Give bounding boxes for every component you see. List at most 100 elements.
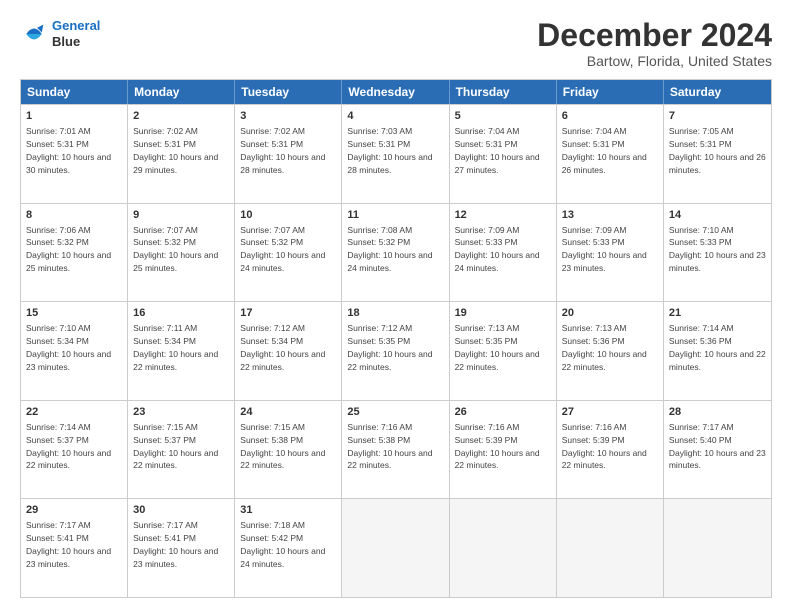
sunset-text: Sunset: 5:39 PM	[455, 435, 518, 445]
daylight-text: Daylight: 10 hours and 23 minutes.	[26, 349, 111, 372]
calendar-cell-1-2: 2 Sunrise: 7:02 AM Sunset: 5:31 PM Dayli…	[128, 105, 235, 203]
subtitle: Bartow, Florida, United States	[537, 53, 772, 69]
sunset-text: Sunset: 5:39 PM	[562, 435, 625, 445]
daylight-text: Daylight: 10 hours and 24 minutes.	[347, 250, 432, 273]
sunrise-text: Sunrise: 7:12 AM	[240, 323, 305, 333]
sunset-text: Sunset: 5:38 PM	[347, 435, 410, 445]
daylight-text: Daylight: 10 hours and 26 minutes.	[669, 152, 766, 175]
day-number: 4	[347, 109, 443, 124]
calendar-cell-5-1: 29 Sunrise: 7:17 AM Sunset: 5:41 PM Dayl…	[21, 499, 128, 597]
calendar-row-1: 1 Sunrise: 7:01 AM Sunset: 5:31 PM Dayli…	[21, 104, 771, 203]
sunrise-text: Sunrise: 7:13 AM	[455, 323, 520, 333]
sunset-text: Sunset: 5:32 PM	[26, 237, 89, 247]
page: General Blue December 2024 Bartow, Flori…	[0, 0, 792, 612]
day-number: 21	[669, 306, 766, 321]
sunset-text: Sunset: 5:41 PM	[133, 533, 196, 543]
logo-text: General Blue	[52, 18, 100, 49]
daylight-text: Daylight: 10 hours and 22 minutes.	[26, 448, 111, 471]
daylight-text: Daylight: 10 hours and 27 minutes.	[455, 152, 540, 175]
daylight-text: Daylight: 10 hours and 22 minutes.	[455, 448, 540, 471]
header-sunday: Sunday	[21, 80, 128, 104]
sunrise-text: Sunrise: 7:02 AM	[133, 126, 198, 136]
daylight-text: Daylight: 10 hours and 22 minutes.	[562, 448, 647, 471]
day-number: 20	[562, 306, 658, 321]
daylight-text: Daylight: 10 hours and 22 minutes.	[240, 448, 325, 471]
sunset-text: Sunset: 5:31 PM	[26, 139, 89, 149]
calendar-cell-1-6: 6 Sunrise: 7:04 AM Sunset: 5:31 PM Dayli…	[557, 105, 664, 203]
sunset-text: Sunset: 5:37 PM	[133, 435, 196, 445]
sunrise-text: Sunrise: 7:06 AM	[26, 225, 91, 235]
calendar-cell-4-6: 27 Sunrise: 7:16 AM Sunset: 5:39 PM Dayl…	[557, 401, 664, 499]
sunrise-text: Sunrise: 7:17 AM	[133, 520, 198, 530]
sunset-text: Sunset: 5:34 PM	[240, 336, 303, 346]
sunrise-text: Sunrise: 7:01 AM	[26, 126, 91, 136]
day-number: 29	[26, 503, 122, 518]
calendar-cell-3-4: 18 Sunrise: 7:12 AM Sunset: 5:35 PM Dayl…	[342, 302, 449, 400]
calendar-row-5: 29 Sunrise: 7:17 AM Sunset: 5:41 PM Dayl…	[21, 498, 771, 597]
calendar-cell-2-5: 12 Sunrise: 7:09 AM Sunset: 5:33 PM Dayl…	[450, 204, 557, 302]
day-number: 31	[240, 503, 336, 518]
sunset-text: Sunset: 5:35 PM	[347, 336, 410, 346]
sunset-text: Sunset: 5:31 PM	[669, 139, 732, 149]
day-number: 26	[455, 405, 551, 420]
sunrise-text: Sunrise: 7:11 AM	[133, 323, 197, 333]
sunset-text: Sunset: 5:32 PM	[347, 237, 410, 247]
daylight-text: Daylight: 10 hours and 23 minutes.	[26, 546, 111, 569]
sunset-text: Sunset: 5:32 PM	[240, 237, 303, 247]
day-number: 2	[133, 109, 229, 124]
daylight-text: Daylight: 10 hours and 28 minutes.	[347, 152, 432, 175]
sunrise-text: Sunrise: 7:17 AM	[669, 422, 734, 432]
sunrise-text: Sunrise: 7:09 AM	[562, 225, 627, 235]
sunset-text: Sunset: 5:41 PM	[26, 533, 89, 543]
sunrise-text: Sunrise: 7:03 AM	[347, 126, 412, 136]
day-number: 10	[240, 208, 336, 223]
sunrise-text: Sunrise: 7:13 AM	[562, 323, 627, 333]
day-number: 5	[455, 109, 551, 124]
sunrise-text: Sunrise: 7:07 AM	[133, 225, 198, 235]
day-number: 28	[669, 405, 766, 420]
calendar-cell-1-4: 4 Sunrise: 7:03 AM Sunset: 5:31 PM Dayli…	[342, 105, 449, 203]
day-number: 13	[562, 208, 658, 223]
daylight-text: Daylight: 10 hours and 24 minutes.	[240, 250, 325, 273]
logo-icon	[20, 20, 48, 48]
day-number: 8	[26, 208, 122, 223]
sunset-text: Sunset: 5:31 PM	[562, 139, 625, 149]
calendar-header: Sunday Monday Tuesday Wednesday Thursday…	[21, 80, 771, 104]
sunrise-text: Sunrise: 7:14 AM	[669, 323, 734, 333]
sunrise-text: Sunrise: 7:02 AM	[240, 126, 305, 136]
calendar-cell-1-3: 3 Sunrise: 7:02 AM Sunset: 5:31 PM Dayli…	[235, 105, 342, 203]
calendar-cell-3-1: 15 Sunrise: 7:10 AM Sunset: 5:34 PM Dayl…	[21, 302, 128, 400]
calendar: Sunday Monday Tuesday Wednesday Thursday…	[20, 79, 772, 598]
calendar-cell-3-6: 20 Sunrise: 7:13 AM Sunset: 5:36 PM Dayl…	[557, 302, 664, 400]
calendar-cell-5-5	[450, 499, 557, 597]
day-number: 19	[455, 306, 551, 321]
calendar-row-4: 22 Sunrise: 7:14 AM Sunset: 5:37 PM Dayl…	[21, 400, 771, 499]
daylight-text: Daylight: 10 hours and 23 minutes.	[133, 546, 218, 569]
calendar-cell-2-3: 10 Sunrise: 7:07 AM Sunset: 5:32 PM Dayl…	[235, 204, 342, 302]
day-number: 16	[133, 306, 229, 321]
logo-line2: Blue	[52, 34, 100, 50]
daylight-text: Daylight: 10 hours and 22 minutes.	[133, 448, 218, 471]
calendar-cell-5-3: 31 Sunrise: 7:18 AM Sunset: 5:42 PM Dayl…	[235, 499, 342, 597]
calendar-cell-4-4: 25 Sunrise: 7:16 AM Sunset: 5:38 PM Dayl…	[342, 401, 449, 499]
calendar-cell-4-3: 24 Sunrise: 7:15 AM Sunset: 5:38 PM Dayl…	[235, 401, 342, 499]
sunrise-text: Sunrise: 7:04 AM	[562, 126, 627, 136]
sunset-text: Sunset: 5:31 PM	[455, 139, 518, 149]
daylight-text: Daylight: 10 hours and 25 minutes.	[26, 250, 111, 273]
day-number: 1	[26, 109, 122, 124]
sunset-text: Sunset: 5:31 PM	[133, 139, 196, 149]
sunset-text: Sunset: 5:33 PM	[455, 237, 518, 247]
sunrise-text: Sunrise: 7:10 AM	[26, 323, 91, 333]
daylight-text: Daylight: 10 hours and 24 minutes.	[455, 250, 540, 273]
daylight-text: Daylight: 10 hours and 23 minutes.	[562, 250, 647, 273]
sunrise-text: Sunrise: 7:12 AM	[347, 323, 412, 333]
calendar-cell-2-7: 14 Sunrise: 7:10 AM Sunset: 5:33 PM Dayl…	[664, 204, 771, 302]
sunrise-text: Sunrise: 7:17 AM	[26, 520, 91, 530]
calendar-cell-4-2: 23 Sunrise: 7:15 AM Sunset: 5:37 PM Dayl…	[128, 401, 235, 499]
calendar-cell-2-1: 8 Sunrise: 7:06 AM Sunset: 5:32 PM Dayli…	[21, 204, 128, 302]
daylight-text: Daylight: 10 hours and 22 minutes.	[669, 349, 766, 372]
day-number: 18	[347, 306, 443, 321]
daylight-text: Daylight: 10 hours and 22 minutes.	[347, 349, 432, 372]
sunset-text: Sunset: 5:38 PM	[240, 435, 303, 445]
sunset-text: Sunset: 5:34 PM	[133, 336, 196, 346]
